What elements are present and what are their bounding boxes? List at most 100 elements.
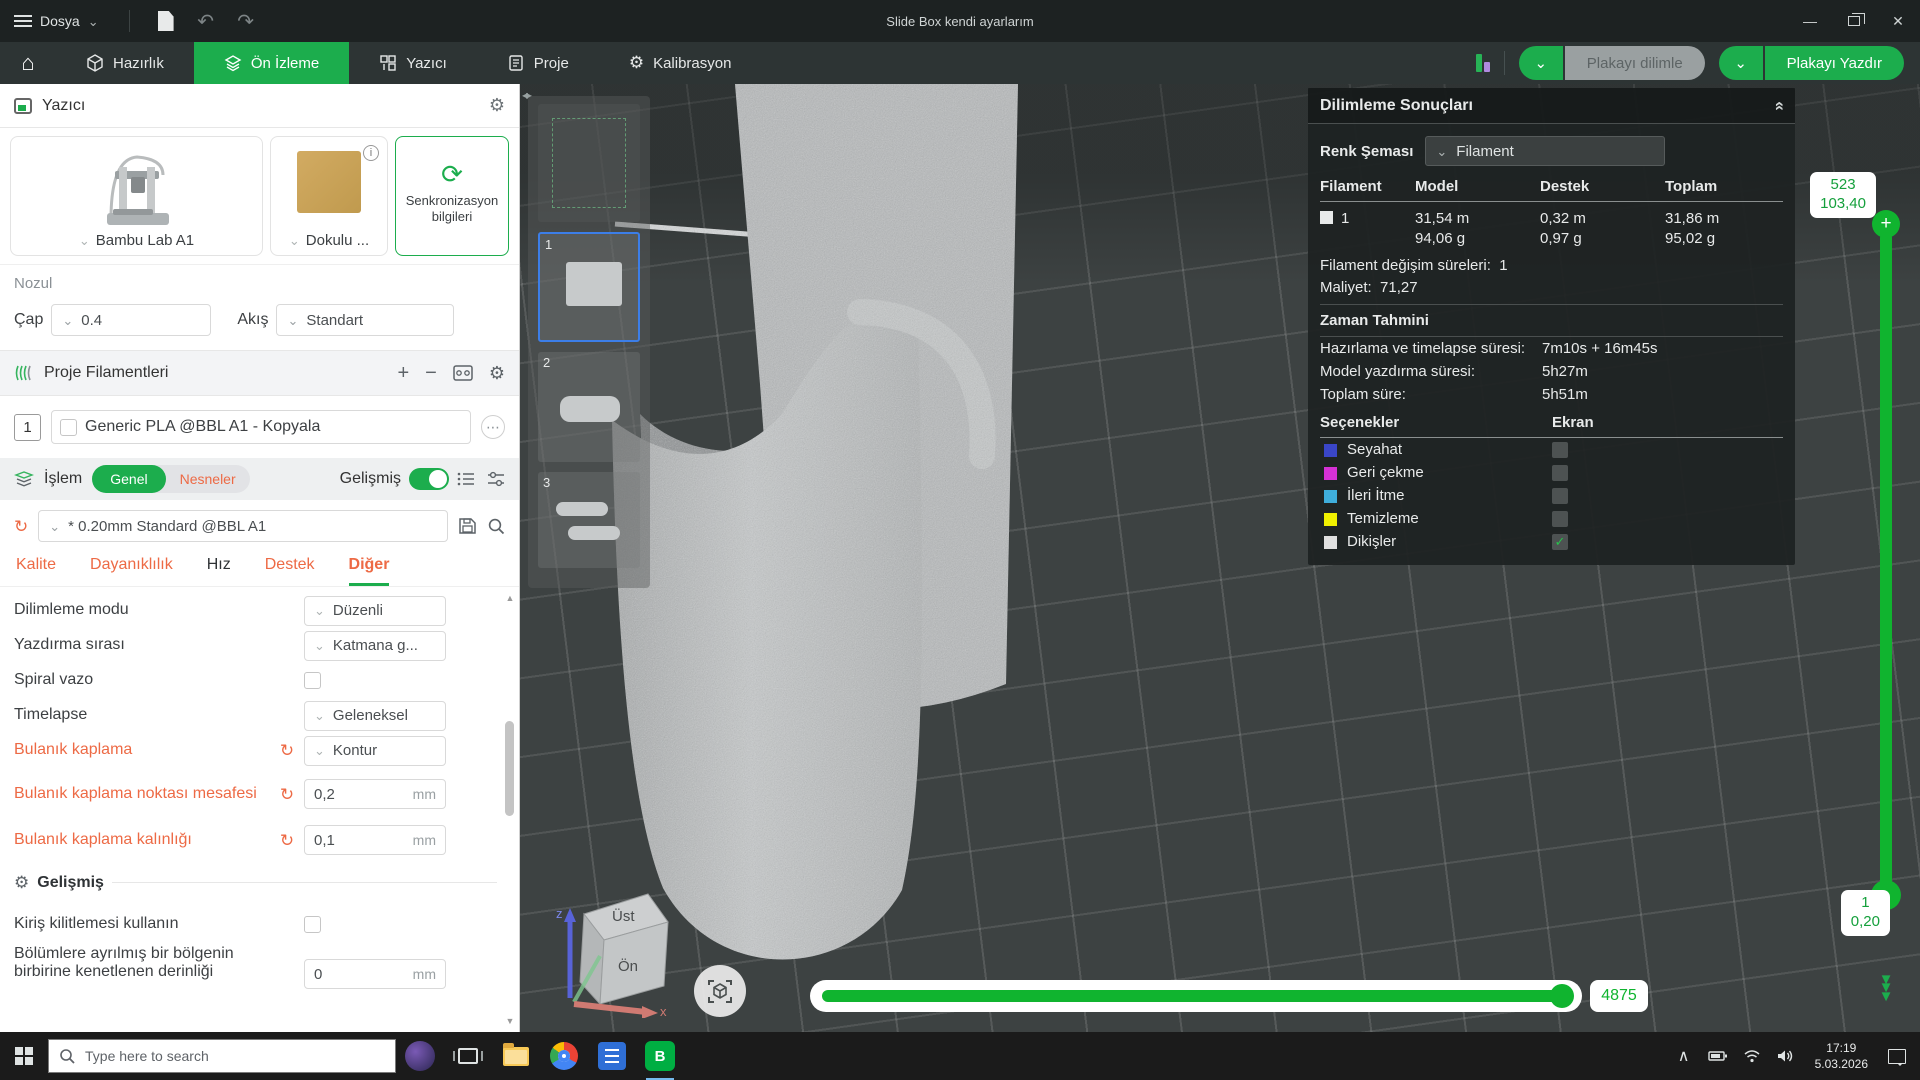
- flow-select[interactable]: ⌄ Standart: [276, 304, 454, 336]
- advanced-toggle[interactable]: [409, 468, 449, 490]
- start-button[interactable]: [0, 1032, 48, 1080]
- scroll-down-icon[interactable]: ▼: [503, 1014, 517, 1028]
- filament-more-button[interactable]: ⋯: [481, 415, 505, 439]
- reset-value-icon[interactable]: ↻: [278, 786, 296, 803]
- tab-dayaniklilik[interactable]: Dayanıklılık: [90, 556, 173, 586]
- arrange-plates-icon[interactable]: [1476, 54, 1490, 72]
- setting-list-icon[interactable]: [457, 471, 475, 487]
- taskbar-search-input[interactable]: Type here to search: [48, 1039, 396, 1073]
- taskbar-clock[interactable]: 17:19 5.03.2026: [1805, 1040, 1878, 1072]
- filament-index-badge[interactable]: 1: [14, 414, 41, 441]
- scroll-up-icon[interactable]: ▲: [503, 591, 517, 605]
- reset-value-icon[interactable]: ↻: [278, 832, 296, 849]
- filament-select[interactable]: Generic PLA @BBL A1 - Kopyala: [51, 410, 471, 444]
- undo-button[interactable]: ↶: [186, 5, 226, 37]
- preset-reset-icon[interactable]: ↻: [14, 518, 28, 535]
- reset-value-icon[interactable]: ↻: [278, 742, 296, 759]
- fuzzy-point-distance-input[interactable]: 0,2mm: [304, 779, 446, 809]
- layer-slider[interactable]: +: [1872, 210, 1900, 930]
- printer-settings-gear-icon[interactable]: ⚙: [489, 95, 505, 116]
- unretract-visibility-checkbox[interactable]: [1552, 488, 1568, 504]
- redo-button[interactable]: ↷: [226, 5, 266, 37]
- move-slider-handle[interactable]: [1550, 984, 1574, 1008]
- filament-change-value: 1: [1499, 257, 1507, 274]
- filament-checkbox[interactable]: [60, 419, 77, 436]
- cube-face-front-label[interactable]: Ön: [618, 958, 638, 975]
- print-dropdown-button[interactable]: ⌄: [1719, 46, 1763, 80]
- fuzzy-skin-select[interactable]: ⌄Kontur: [304, 736, 446, 766]
- timelapse-select[interactable]: ⌄Geleneksel: [304, 701, 446, 731]
- layers-view-icon[interactable]: ▼▼▼: [1864, 976, 1908, 1001]
- calculator-button[interactable]: [588, 1032, 636, 1080]
- tray-expand-button[interactable]: ∧: [1669, 1032, 1699, 1080]
- remove-filament-button[interactable]: −: [425, 363, 437, 383]
- tab-proje[interactable]: Proje: [477, 42, 599, 84]
- tab-diger[interactable]: Diğer: [349, 556, 390, 586]
- home-tab[interactable]: ⌂: [0, 42, 56, 84]
- sync-info-card[interactable]: ⟳ Senkronizasyon bilgileri: [395, 136, 509, 256]
- 3d-viewport[interactable]: ◂▸: [520, 84, 1920, 1032]
- segment-objects[interactable]: Nesneler: [166, 471, 250, 487]
- slice-plate-button[interactable]: Plakayı dilimle: [1565, 46, 1705, 80]
- move-slider-track[interactable]: [822, 990, 1570, 1002]
- plate-thumbnail-ghost[interactable]: [538, 104, 640, 222]
- color-scheme-select[interactable]: ⌄ Filament: [1425, 136, 1665, 166]
- slicing-mode-select[interactable]: ⌄Düzenli: [304, 596, 446, 626]
- info-icon[interactable]: i: [363, 145, 379, 161]
- process-preset-select[interactable]: ⌄ * 0.20mm Standard @BBL A1: [38, 510, 448, 542]
- beam-interlocking-checkbox[interactable]: [304, 916, 321, 933]
- close-button[interactable]: ✕: [1876, 0, 1920, 42]
- file-explorer-button[interactable]: [492, 1032, 540, 1080]
- view-cube[interactable]: Üst Ön z x: [556, 886, 686, 1018]
- notification-center-button[interactable]: [1882, 1032, 1912, 1080]
- network-indicator[interactable]: [1737, 1032, 1767, 1080]
- wipe-visibility-checkbox[interactable]: [1552, 511, 1568, 527]
- printer-card[interactable]: ⌄Bambu Lab A1: [10, 136, 263, 256]
- chrome-button[interactable]: [540, 1032, 588, 1080]
- plate-thumbnail[interactable]: 3: [538, 472, 640, 568]
- nozzle-diameter-select[interactable]: ⌄ 0.4: [51, 304, 211, 336]
- volume-indicator[interactable]: [1771, 1032, 1801, 1080]
- collapse-panel-icon[interactable]: »: [1768, 101, 1788, 110]
- new-project-button[interactable]: [146, 5, 186, 37]
- print-plate-button[interactable]: Plakayı Yazdır: [1765, 46, 1904, 80]
- tab-destek[interactable]: Destek: [265, 556, 315, 586]
- print-order-select[interactable]: ⌄Katmana g...: [304, 631, 446, 661]
- tab-kalibrasyon[interactable]: ⚙ Kalibrasyon: [599, 42, 762, 84]
- plate-type-card[interactable]: i ⌄Dokulu ...: [270, 136, 388, 256]
- ams-icon[interactable]: [453, 364, 473, 382]
- save-preset-icon[interactable]: [458, 517, 477, 535]
- cube-face-top-label[interactable]: Üst: [612, 908, 635, 925]
- fuzzy-thickness-input[interactable]: 0,1mm: [304, 825, 446, 855]
- retract-visibility-checkbox[interactable]: [1552, 465, 1568, 481]
- battery-indicator[interactable]: [1703, 1032, 1733, 1080]
- maximize-button[interactable]: [1832, 0, 1876, 42]
- minimize-button[interactable]: —: [1788, 0, 1832, 42]
- add-filament-button[interactable]: +: [397, 363, 409, 383]
- plate-thumbnail-selected[interactable]: 1: [538, 232, 640, 342]
- tune-icon[interactable]: [487, 471, 505, 487]
- search-settings-icon[interactable]: [487, 517, 505, 535]
- slice-dropdown-button[interactable]: ⌄: [1519, 46, 1563, 80]
- bambu-studio-button[interactable]: B: [636, 1032, 684, 1080]
- move-slider[interactable]: [810, 980, 1582, 1012]
- orient-view-button[interactable]: [694, 965, 746, 1017]
- plate-thumbnail[interactable]: 2: [538, 352, 640, 462]
- seams-visibility-checkbox[interactable]: ✓: [1552, 534, 1568, 550]
- tab-onizleme[interactable]: Ön İzleme: [194, 42, 349, 84]
- filament-settings-gear-icon[interactable]: ⚙: [489, 364, 505, 382]
- tab-yazici[interactable]: Yazıcı: [349, 42, 477, 84]
- params-scrollbar[interactable]: ▲ ▼: [503, 591, 517, 1028]
- scrollbar-thumb[interactable]: [505, 721, 514, 816]
- task-view-button[interactable]: [444, 1032, 492, 1080]
- tab-kalite[interactable]: Kalite: [16, 556, 56, 586]
- interlocking-depth-input[interactable]: 0mm: [304, 959, 446, 989]
- segment-global[interactable]: Genel: [92, 465, 165, 493]
- tab-hiz[interactable]: Hız: [207, 556, 231, 586]
- tab-hazirlik[interactable]: Hazırlık: [56, 42, 194, 84]
- taskbar-widgets-button[interactable]: [396, 1032, 444, 1080]
- file-menu[interactable]: Dosya ⌄: [0, 0, 113, 42]
- spiral-vase-checkbox[interactable]: [304, 672, 321, 689]
- layer-slider-track[interactable]: [1880, 232, 1892, 896]
- travel-visibility-checkbox[interactable]: [1552, 442, 1568, 458]
